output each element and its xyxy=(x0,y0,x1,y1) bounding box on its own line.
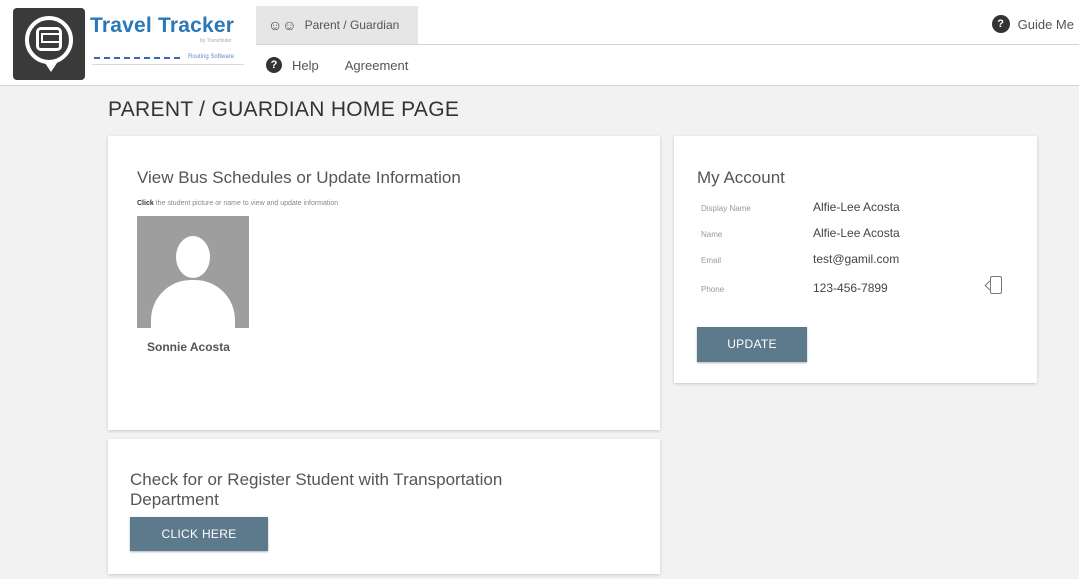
account-title: My Account xyxy=(697,168,785,187)
guide-me-label: Guide Me xyxy=(1017,16,1074,32)
people-icon: ☺☺ xyxy=(268,17,297,33)
brand-tagline: Routing Software xyxy=(188,54,235,60)
account-row-display-name: Display Name Alfie-Lee Acosta xyxy=(697,200,1027,220)
update-button[interactable]: UPDATE xyxy=(697,327,807,362)
logo-icon[interactable] xyxy=(13,8,85,80)
hint-bold: Click xyxy=(137,200,154,207)
guide-me-button[interactable]: ? Guide Me xyxy=(991,15,1074,33)
bus-icon xyxy=(36,27,62,51)
hint-text: the student picture or name to view and … xyxy=(155,200,339,207)
account-label: Name xyxy=(701,230,723,239)
brand-logo: Travel Tracker by Transfinder Routing So… xyxy=(90,14,250,65)
account-value: Alfie-Lee Acosta xyxy=(813,226,900,240)
account-row-name: Name Alfie-Lee Acosta xyxy=(697,226,1027,246)
account-value: test@gamil.com xyxy=(813,252,900,266)
top-bar: Travel Tracker by Transfinder Routing So… xyxy=(0,0,1079,86)
click-here-button[interactable]: CLICK HERE xyxy=(130,517,268,551)
nav-help-label: Help xyxy=(292,57,319,73)
logout-icon[interactable] xyxy=(990,276,1002,294)
student-avatar[interactable] xyxy=(137,216,249,328)
brand-rule xyxy=(92,64,244,65)
account-value: 123-456-7899 xyxy=(813,281,888,295)
student-name-link[interactable]: Sonnie Acosta xyxy=(147,340,230,354)
account-row-email: Email test@gamil.com xyxy=(697,252,1027,272)
bus-schedules-card: View Bus Schedules or Update Information… xyxy=(108,136,660,430)
register-student-card: Check for or Register Student with Trans… xyxy=(108,439,660,574)
bus-card-hint: Click the student picture or name to vie… xyxy=(137,200,338,207)
avatar-head xyxy=(176,236,210,278)
account-label: Display Name xyxy=(701,204,751,213)
brand-title: Travel Tracker xyxy=(90,14,235,37)
my-account-card: My Account Display Name Alfie-Lee Acosta… xyxy=(674,136,1037,383)
account-label: Email xyxy=(701,256,722,265)
bus-card-title: View Bus Schedules or Update Information xyxy=(137,168,461,187)
account-row-phone: Phone 123-456-7899 xyxy=(697,281,1027,301)
avatar-body xyxy=(151,280,235,328)
help-icon: ? xyxy=(991,15,1010,33)
brand-dash-line xyxy=(94,57,180,59)
account-label: Phone xyxy=(701,285,725,294)
secondary-nav: ? Help Agreement xyxy=(256,44,1079,85)
nav-help[interactable]: ? Help xyxy=(266,57,319,73)
brand-subtitle: by Transfinder xyxy=(200,38,232,44)
tab-parent-guardian-label: Parent / Guardian xyxy=(304,18,400,32)
account-value: Alfie-Lee Acosta xyxy=(813,200,900,214)
tab-parent-guardian[interactable]: ☺☺ Parent / Guardian xyxy=(256,6,418,44)
help-icon: ? xyxy=(266,57,282,73)
nav-agreement[interactable]: Agreement xyxy=(345,58,409,73)
register-card-title: Check for or Register Student with Trans… xyxy=(130,470,503,509)
page-title: PARENT / GUARDIAN HOME PAGE xyxy=(108,98,460,121)
